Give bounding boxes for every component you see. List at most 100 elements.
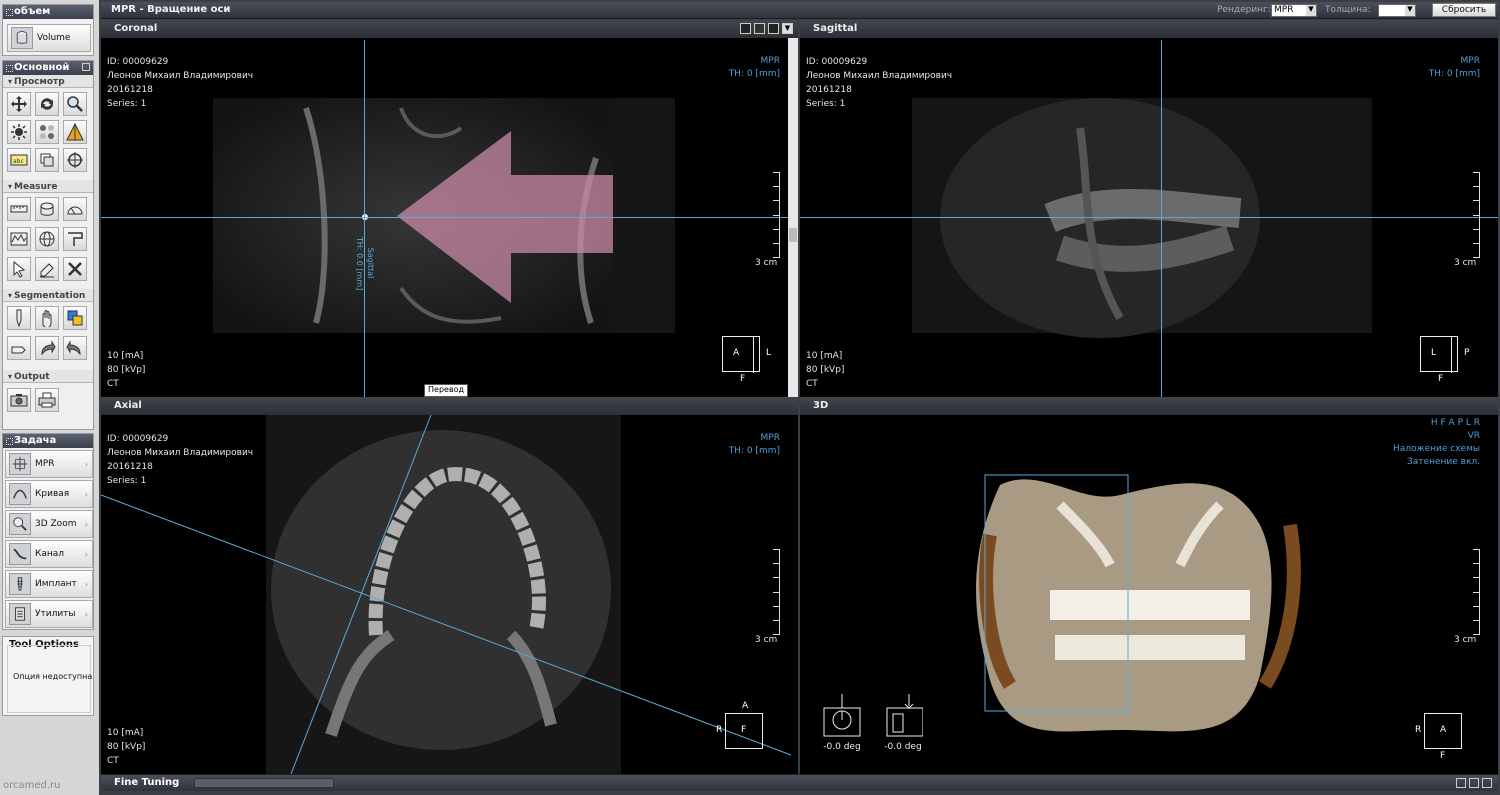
crosshair-vertical[interactable] [1161, 40, 1162, 397]
3d-mode: VR [1467, 431, 1480, 441]
pan-icon[interactable] [7, 92, 31, 116]
section-measure[interactable]: Measure [3, 180, 93, 193]
layers-icon[interactable] [63, 306, 87, 330]
hand-select-icon[interactable] [35, 306, 59, 330]
task-label: MPR [35, 459, 55, 469]
redo-icon[interactable] [63, 336, 87, 360]
viewport-3d[interactable]: 3D H F A P L R VR Наложение схемы Затене… [800, 397, 1498, 774]
3d-scale-label: 3 cm [1454, 635, 1477, 645]
task-3d-zoom[interactable]: 3D Zoom › [5, 510, 93, 538]
fine-tuning-slider[interactable] [194, 778, 334, 788]
rotation-y-widget[interactable]: -0.0 deg [883, 694, 924, 752]
reset-button[interactable]: Сбросить [1432, 3, 1496, 17]
eraser-icon[interactable] [35, 257, 59, 281]
viewport-axial[interactable]: Axial ID: 00009629 Леонов Михаил Владими… [101, 397, 798, 774]
rotate-icon[interactable] [35, 92, 59, 116]
3d-orientation-cube: A R F [1415, 713, 1462, 761]
pin-icon[interactable] [82, 63, 90, 71]
maximize-icon[interactable] [768, 23, 779, 34]
camera-icon[interactable] [7, 388, 31, 412]
volume-button-label: Volume [37, 33, 71, 43]
task-utilities[interactable]: Утилиты › [5, 600, 93, 628]
layout-icon[interactable] [1456, 778, 1466, 788]
angle-icon[interactable] [63, 197, 87, 221]
chevron-down-icon[interactable]: ▼ [782, 23, 793, 34]
section-output[interactable]: Output [3, 370, 93, 383]
mpr-icon [9, 453, 31, 475]
main-panel-header[interactable]: Основной [3, 61, 93, 75]
brush-icon[interactable] [7, 306, 31, 330]
volume-button[interactable]: Volume [7, 24, 91, 52]
printer-icon[interactable] [35, 388, 59, 412]
tool-options-text: Опция недоступна [13, 672, 93, 681]
left-toolbar: объем Volume Основной Просмотр abc Measu… [0, 0, 99, 795]
curve-icon [9, 483, 31, 505]
copy-icon[interactable] [35, 148, 59, 172]
task-canal[interactable]: Канал › [5, 540, 93, 568]
measure-tools [3, 193, 93, 289]
3d-scale-bar [1473, 549, 1480, 635]
coronal-patient-info: ID: 00009629 Леонов Михаил Владимирович … [107, 57, 254, 109]
volume-panel: объем Volume [2, 4, 94, 56]
layout-1-icon[interactable] [740, 23, 751, 34]
volume-measure-icon[interactable] [35, 197, 59, 221]
scrollbar[interactable] [788, 38, 798, 397]
crosshair-vertical[interactable] [364, 40, 365, 397]
ruler-icon[interactable] [7, 197, 31, 221]
task-implant[interactable]: Имплант › [5, 570, 93, 598]
task-mpr[interactable]: MPR › [5, 450, 93, 478]
viewport-sagittal[interactable]: Sagittal ID: 00009629 Леонов Михаил Влад… [800, 20, 1498, 397]
svg-text:abc: abc [13, 158, 24, 165]
text-annotation-icon[interactable]: abc [7, 148, 31, 172]
chevron-right-icon: › [84, 549, 88, 559]
chevron-right-icon: › [84, 579, 88, 589]
coronal-scale-label: 3 cm [755, 258, 778, 268]
crosshair-horizontal[interactable] [800, 217, 1498, 218]
cursor-icon[interactable] [7, 257, 31, 281]
sagittal-line-label: Sagittal TH: 0.0 [mm] [355, 237, 375, 291]
task-curve[interactable]: Кривая › [5, 480, 93, 508]
cube-label: A [742, 701, 749, 711]
fine-tuning-bar[interactable]: Fine Tuning [101, 774, 1498, 791]
warning-icon[interactable] [63, 120, 87, 144]
task-label: Утилиты [35, 609, 76, 619]
axial-patient-info: ID: 00009629 Леонов Михаил Владимирович … [107, 434, 254, 486]
contrast-icon[interactable] [35, 120, 59, 144]
3d-shading-status: Затенение вкл. [1407, 457, 1480, 467]
cube-label: R [1415, 725, 1422, 735]
undo-icon[interactable] [35, 336, 59, 360]
rendering-select[interactable]: MPR ▼ [1271, 4, 1317, 17]
pointer-line-icon[interactable] [63, 227, 87, 251]
zoom-icon[interactable] [63, 92, 87, 116]
rotation-side-icon [886, 694, 924, 737]
task-panel-header[interactable]: Задача [3, 434, 93, 448]
fill-icon[interactable] [7, 336, 31, 360]
fine-tuning-controls [1456, 778, 1492, 788]
axial-params: 10 [mA] 80 [kVp] CT [107, 728, 146, 766]
target-icon[interactable] [63, 148, 87, 172]
sagittal-header: Sagittal [800, 20, 1498, 38]
volume-panel-header[interactable]: объем [3, 5, 93, 19]
crosshair-horizontal[interactable] [101, 217, 791, 218]
close-icon[interactable] [1482, 778, 1492, 788]
delete-icon[interactable] [63, 257, 87, 281]
coronal-thickness: TH: 0 [mm] [728, 69, 780, 79]
globe-icon[interactable] [35, 227, 59, 251]
rotation-x-widget[interactable]: -0.0 deg [822, 694, 862, 752]
section-view[interactable]: Просмотр [3, 75, 93, 88]
thickness-select[interactable]: ▼ [1378, 4, 1416, 17]
layout-grid-icon[interactable] [754, 23, 765, 34]
rotation-front-icon [823, 694, 861, 737]
layout-icon[interactable] [1469, 778, 1479, 788]
tooltip: Перевод [424, 384, 469, 397]
cube-label: A [733, 348, 740, 358]
rendering-label: Рендеринг: [1217, 5, 1271, 15]
rotation-y-angle: -0.0 deg [884, 742, 922, 752]
brightness-icon[interactable] [7, 120, 31, 144]
viewport-coronal[interactable]: Coronal ▼ ID: 00009629 Леонов Михаил Вла… [101, 20, 798, 397]
profile-icon[interactable] [7, 227, 31, 251]
section-segmentation[interactable]: Segmentation [3, 289, 93, 302]
task-label: Канал [35, 549, 65, 559]
canal-icon [9, 543, 31, 565]
cube-label: F [741, 725, 747, 735]
